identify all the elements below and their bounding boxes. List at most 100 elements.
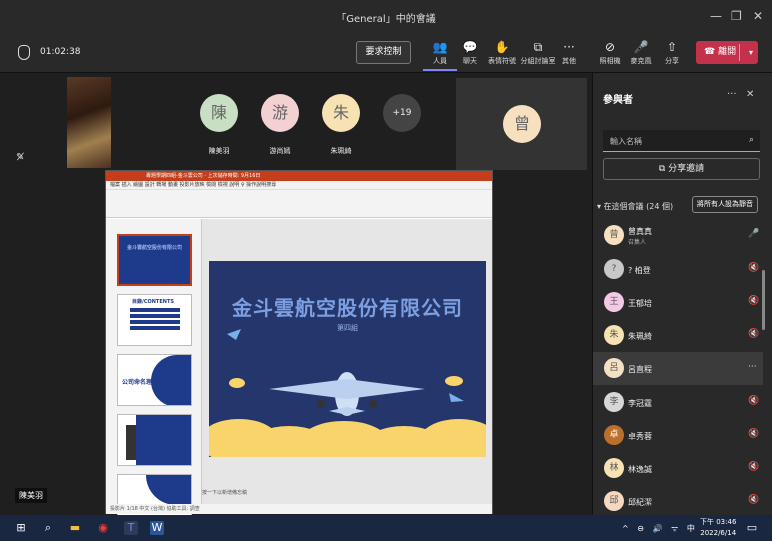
- word-icon[interactable]: W: [150, 521, 164, 535]
- avatar: 朱: [604, 325, 624, 345]
- system-tray[interactable]: ^ ⊖ 🔊 ᯤ 中: [622, 523, 698, 534]
- avatar: 王: [604, 292, 624, 312]
- avatar: 卓: [604, 425, 624, 445]
- mic-muted-icon: 🔇: [748, 296, 760, 306]
- share-invite-button[interactable]: ⧉ 分享邀請: [603, 158, 760, 180]
- participant-avatar[interactable]: 陳: [200, 94, 238, 132]
- slide-thumbnail: 2 目錄/CONTENTS: [117, 294, 192, 346]
- title-bar: 「General」中的會議 — ❐ ✕: [0, 0, 772, 33]
- hang-up-icon: ☎: [704, 47, 719, 57]
- ppt-workspace: 1 金斗雲航空股份有限公司 2 目錄/CONTENTS 3 公司命名理由 4: [106, 219, 492, 526]
- mic-off-icon: ✎̸: [16, 152, 25, 163]
- mic-muted-icon: 🔇: [748, 263, 760, 273]
- avatar: 曾: [604, 225, 624, 245]
- participant-avatar[interactable]: 朱: [322, 94, 360, 132]
- avatar: 李: [604, 392, 624, 412]
- share-button[interactable]: ⇧ 分享: [655, 38, 689, 66]
- microphone-button[interactable]: 🎤 麥克風: [624, 38, 658, 66]
- slide-thumbnail: 1 金斗雲航空股份有限公司: [117, 234, 192, 286]
- people-button[interactable]: 👥 人員: [423, 38, 457, 71]
- video-tile[interactable]: 曾: [456, 78, 587, 170]
- participant-row[interactable]: 曾 曾真真 召集人 🎤: [593, 219, 763, 252]
- panel-scrollbar[interactable]: [762, 270, 765, 330]
- notification-icon[interactable]: ▭: [745, 521, 759, 535]
- ppt-ribbon-tabs: 檔案 插入 繪圖 設計 轉場 動畫 投影片放映 檢閱 檢視 說明 ♀ 操作說明搜…: [106, 181, 492, 190]
- participant-name: 卓秀蓉: [628, 432, 652, 441]
- slide-thumbnail: 3 公司命名理由: [117, 354, 192, 406]
- window-title: 「General」中的會議: [336, 14, 436, 25]
- more-icon: ···: [563, 40, 575, 54]
- ppt-status-bar: 投影片 1/18 中文 (台灣) 協助工具: 調查: [106, 504, 492, 514]
- meeting-timer: 01:02:38: [40, 47, 81, 57]
- notes-pane: 按一下以新增備忘稿: [202, 490, 248, 496]
- participant-row[interactable]: ? ? 柏登 🔇: [593, 253, 763, 286]
- participant-search-input[interactable]: 輸入名稱 ⌕: [603, 130, 760, 152]
- participant-row[interactable]: 李 李冠霆 🔇: [593, 386, 763, 419]
- teams-icon[interactable]: T: [124, 521, 138, 535]
- participant-name: 邱紀潔: [628, 498, 652, 507]
- avatar: 呂: [604, 358, 624, 378]
- shared-screen: 專題學期四組-金斗雲公司 · 上次儲存時間: 9月16日 檔案 插入 繪圖 設計…: [105, 170, 493, 526]
- mic-muted-icon: 🔇: [748, 495, 760, 505]
- minimize-icon[interactable]: —: [710, 9, 722, 23]
- participant-name: 朱珮綺: [628, 332, 652, 341]
- camera-off-icon: ⊘: [604, 40, 616, 54]
- presenter-name: 陳美羽: [15, 488, 47, 503]
- chrome-icon[interactable]: ◉: [96, 521, 110, 535]
- chevron-down-icon[interactable]: ▾: [749, 41, 753, 64]
- reactions-icon: ✋: [494, 40, 510, 54]
- request-control-button[interactable]: 要求控制: [356, 41, 411, 64]
- participant-name: 游尚嫣: [269, 147, 291, 155]
- participant-name: 林逸誠: [628, 465, 652, 474]
- participant-row[interactable]: 朱 朱珮綺 🔇: [593, 319, 763, 352]
- close-icon[interactable]: ✕: [753, 9, 763, 23]
- leave-button[interactable]: ☎ 離開 ▾: [696, 41, 758, 64]
- search-icon[interactable]: ⌕: [41, 521, 55, 535]
- avatar: 林: [604, 458, 624, 478]
- people-icon: 👥: [432, 40, 448, 54]
- mic-muted-icon: 🔇: [748, 429, 760, 439]
- windows-start-icon[interactable]: ⊞: [14, 521, 28, 535]
- slide-artwork: [209, 329, 486, 457]
- close-panel-icon[interactable]: ✕: [746, 89, 754, 100]
- participant-name: 呂直程: [628, 365, 652, 374]
- participants-panel: 參與者 ··· ✕ 輸入名稱 ⌕ ⧉ 分享邀請 ▾ 在這個會議 (24 個) 將…: [592, 73, 772, 515]
- avatar: 邱: [604, 491, 624, 511]
- microphone-icon: 🎤: [748, 229, 760, 239]
- chat-icon: 💬: [462, 40, 478, 54]
- clock[interactable]: 下午 03:46 2022/6/14: [700, 517, 736, 539]
- shield-icon: [18, 45, 30, 60]
- section-header[interactable]: ▾ 在這個會議 (24 個): [597, 201, 673, 212]
- camera-button[interactable]: ⊘ 照相機: [593, 38, 627, 66]
- participant-name: 李冠霆: [628, 399, 652, 408]
- reactions-button[interactable]: ✋ 表情符號: [485, 38, 519, 66]
- participant-row[interactable]: 卓 卓秀蓉 🔇: [593, 419, 763, 452]
- microphone-icon: 🎤: [633, 40, 649, 54]
- participant-row[interactable]: 呂 呂直程 ···: [593, 352, 763, 385]
- windows-taskbar: ⊞ ⌕ ▬ ◉ T W ^ ⊖ 🔊 ᯤ 中 下午 03:46 2022/6/14…: [0, 515, 772, 541]
- file-explorer-icon[interactable]: ▬: [68, 521, 82, 535]
- participant-row[interactable]: 王 王郁培 🔇: [593, 286, 763, 319]
- overflow-participants-button[interactable]: +19: [383, 94, 421, 132]
- self-video-preview: [67, 77, 111, 168]
- slide-thumbnail-pane: 1 金斗雲航空股份有限公司 2 目錄/CONTENTS 3 公司命名理由 4: [106, 219, 202, 526]
- participant-name: ? 柏登: [628, 266, 651, 275]
- participant-name: 曾真真: [628, 227, 652, 236]
- mic-muted-icon: 🔇: [748, 462, 760, 472]
- participant-name: 陳美羽: [208, 147, 230, 155]
- current-slide: 金斗雲航空股份有限公司 第四組: [209, 261, 486, 457]
- participant-row[interactable]: 林 林逸誠 🔇: [593, 452, 763, 485]
- chat-button[interactable]: 💬 聊天: [453, 38, 487, 66]
- more-options-icon[interactable]: ···: [748, 362, 757, 372]
- participant-role: 召集人: [628, 239, 647, 246]
- mic-muted-icon: 🔇: [748, 396, 760, 406]
- mute-all-button[interactable]: 將所有人設為靜音: [692, 196, 758, 213]
- participant-row[interactable]: 邱 邱紀潔 🔇: [593, 485, 763, 518]
- more-button[interactable]: ··· 其他: [552, 38, 586, 66]
- participant-name: 王郁培: [628, 299, 652, 308]
- more-options-icon[interactable]: ···: [727, 89, 737, 100]
- maximize-icon[interactable]: ❐: [731, 9, 742, 23]
- participant-avatar[interactable]: 游: [261, 94, 299, 132]
- slide-title: 金斗雲航空股份有限公司: [232, 296, 463, 320]
- avatar: ?: [604, 259, 624, 279]
